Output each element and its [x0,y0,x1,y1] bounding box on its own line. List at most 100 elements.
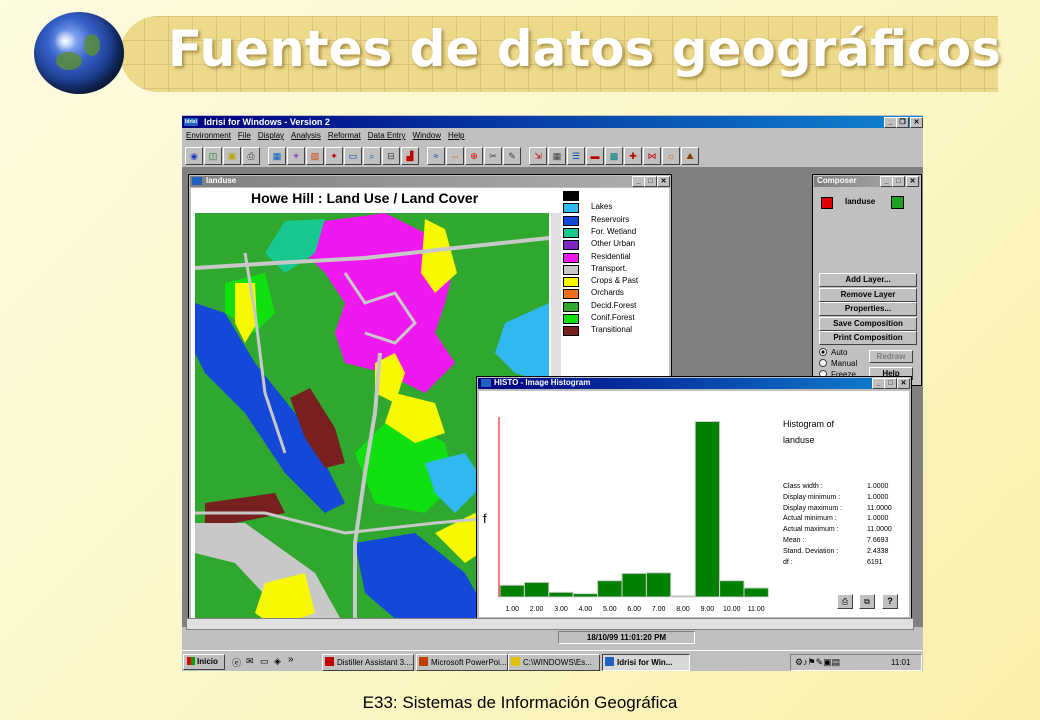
menu-reformat[interactable]: Reformat [328,131,361,140]
stat-value: 2.4338 [867,547,889,555]
radio-label: Manual [831,359,858,368]
save-composition-button[interactable]: Save Composition [819,316,917,331]
network-icon[interactable]: ⋈ [643,147,661,165]
chart-icon[interactable]: ▟ [401,147,419,165]
legend-swatch [563,203,579,214]
menu-window[interactable]: Window [413,131,441,140]
measure-icon[interactable]: ⊟ [382,147,400,165]
map-title: Howe Hill : Land Use / Land Cover [251,190,479,206]
x-tick-label: 6.00 [627,606,641,613]
globe-icon [34,12,124,94]
arrows-icon[interactable]: ⇔ [446,147,464,165]
table-icon[interactable]: ▦ [548,147,566,165]
x-tick-label: 4.00 [579,606,593,613]
histogram-bar [597,580,623,598]
taskbar-clock: 11:01 [891,658,911,667]
menu-environment[interactable]: Environment [186,131,231,140]
list-icon[interactable]: ☰ [567,147,585,165]
start-button[interactable]: Inicio [183,654,225,670]
windows-logo-icon [187,657,195,665]
legend-label: Residential [591,251,631,261]
x-tick-label: 9.00 [701,606,715,613]
symbol-icon[interactable]: ✦ [325,147,343,165]
taskbar-item[interactable]: C:\WINDOWS\Es... [508,654,600,671]
app-titlebar: Idrisi Idrisi for Windows - Version 2 _ … [182,116,923,128]
taskbar-item[interactable]: Microsoft PowerPoi... [416,654,508,671]
image-icon[interactable]: ▣ [223,147,241,165]
menu-help[interactable]: Help [448,131,464,140]
composer-titlebar: Composer _ □ ✕ [814,176,920,187]
redraw-button[interactable]: Redraw [869,350,913,363]
quicklaunch-chevron-icon[interactable]: » [288,654,294,665]
composer-panel: Composer _ □ ✕ landuse Add Layer... Remov… [812,174,922,386]
color-icon[interactable]: ▬ [586,147,604,165]
histogram-title: HISTO - Image Histogram [494,378,591,387]
status-bar: 18/10/99 11:01:20 PM [184,630,920,644]
app-icon [605,657,614,666]
palette-icon[interactable]: ▨ [306,147,324,165]
close-icon[interactable]: ✕ [910,117,923,128]
raster-layer-icon [891,196,904,209]
radio-manual[interactable]: Manual [819,359,857,368]
close-icon[interactable]: ✕ [657,176,670,187]
taskbar-item[interactable]: Idrisi for Win... [602,654,690,671]
copy-icon[interactable]: ⧉ [859,594,875,609]
x-tick-label: 2.00 [530,606,544,613]
composer-icon[interactable]: ▭ [344,147,362,165]
histogram-bar [645,572,672,598]
taskbar-item[interactable]: Distiller Assistant 3.... [322,654,414,671]
globe-icon[interactable]: ◉ [185,147,203,165]
window-icon [192,177,202,185]
menu-data-entry[interactable]: Data Entry [368,131,406,140]
sun-icon[interactable]: ☼ [662,147,680,165]
layer-visible-checkbox[interactable] [821,197,833,209]
maximize-icon[interactable]: □ [644,176,657,187]
maximize-icon[interactable]: □ [892,176,905,187]
digitize-icon[interactable]: ✚ [624,147,642,165]
close-icon[interactable]: ✕ [897,378,910,389]
legend-label: Decid.Forest [591,300,637,310]
stat-value: 6191 [867,558,883,566]
app-logo-icon: Idrisi [184,118,198,126]
channels-icon[interactable]: ◈ [274,656,281,667]
grid-icon[interactable]: ▩ [605,147,623,165]
layers-icon[interactable]: ◫ [204,147,222,165]
restore-icon[interactable]: ❐ [896,117,909,128]
menu-analysis[interactable]: Analysis [291,131,321,140]
import-icon[interactable]: ⇲ [529,147,547,165]
scissors-icon[interactable]: ✂ [484,147,502,165]
print-icon[interactable]: ⎙ [242,147,260,165]
print-composition-button[interactable]: Print Composition [819,331,917,345]
ie-icon[interactable]: ⓔ [232,656,241,669]
stat-value: 1.0000 [867,515,889,523]
menu-display[interactable]: Display [258,131,284,140]
mountain-icon[interactable]: ⛰ [681,147,699,165]
workspace-horizontal-scrollbar[interactable] [186,618,914,630]
menu-file[interactable]: File [238,131,251,140]
remove-layer-button[interactable]: Remove Layer [819,287,917,302]
display-icon[interactable]: ▦ [268,147,286,165]
desktop-icon[interactable]: ▭ [260,656,269,667]
properties-button[interactable]: Properties... [819,302,917,316]
radio-auto[interactable]: Auto [819,348,847,357]
slide-footer: E33: Sistemas de Información Geográfica [362,693,678,712]
stat-label: Class width : [783,483,823,490]
print-icon[interactable]: ⎙ [837,594,853,609]
app-title: Idrisi for Windows - Version 2 [204,117,330,127]
taskbar-item-label: Microsoft PowerPoi... [431,658,507,667]
x-tick-label: 5.00 [603,606,617,613]
histogram-bar [719,580,745,598]
query-icon[interactable]: ⌖ [287,147,305,165]
help-icon[interactable]: ? [882,594,898,609]
target-icon[interactable]: ⊕ [465,147,483,165]
maximize-icon[interactable]: □ [884,378,897,389]
zoom-icon[interactable]: ⌕ [363,147,381,165]
add-layer-button[interactable]: Add Layer... [819,273,917,287]
legend-swatch [563,240,579,251]
waves-icon[interactable]: ≈ [427,147,445,165]
stat-label: df : [783,558,793,566]
outlook-icon[interactable]: ✉ [246,656,254,667]
composer-layer-name[interactable]: landuse [845,197,875,206]
close-icon[interactable]: ✕ [906,176,919,187]
edit-icon[interactable]: ✎ [503,147,521,165]
